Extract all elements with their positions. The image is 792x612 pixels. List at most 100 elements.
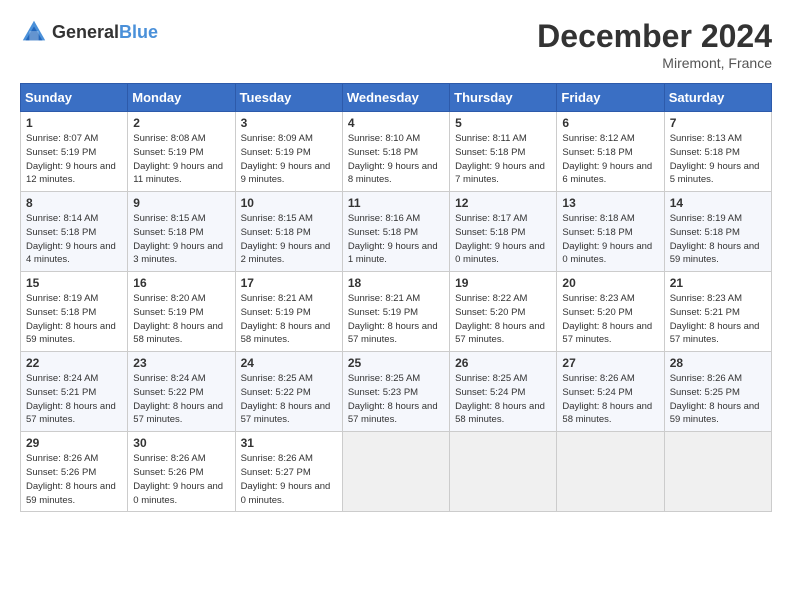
day-number: 17 [241,276,338,290]
weekday-header-row: Sunday Monday Tuesday Wednesday Thursday… [21,84,772,112]
day-info: Sunrise: 8:11 AM Sunset: 5:18 PM Dayligh… [455,132,552,187]
day-info: Sunrise: 8:21 AM Sunset: 5:19 PM Dayligh… [348,292,445,347]
calendar-cell: 7 Sunrise: 8:13 AM Sunset: 5:18 PM Daylig… [664,112,771,192]
calendar-cell: 15 Sunrise: 8:19 AM Sunset: 5:18 PM Dayli… [21,272,128,352]
calendar-cell: 14 Sunrise: 8:19 AM Sunset: 5:18 PM Dayli… [664,192,771,272]
calendar-cell: 4Sunrise: 8:10 AM Sunset: 5:18 PM Daylig… [342,112,449,192]
logo-general: General [52,22,119,42]
logo-icon [20,18,48,46]
day-info: Sunrise: 8:12 AM Sunset: 5:18 PM Dayligh… [562,132,659,187]
day-info: Sunrise: 8:18 AM Sunset: 5:18 PM Dayligh… [562,212,659,267]
day-info: Sunrise: 8:20 AM Sunset: 5:19 PM Dayligh… [133,292,230,347]
calendar-cell: 23 Sunrise: 8:24 AM Sunset: 5:22 PM Dayli… [128,352,235,432]
col-sunday: Sunday [21,84,128,112]
col-friday: Friday [557,84,664,112]
day-number: 23 [133,356,230,370]
day-info: Sunrise: 8:26 AM Sunset: 5:27 PM Dayligh… [241,452,338,507]
day-number: 12 [455,196,552,210]
day-number: 27 [562,356,659,370]
day-number: 1 [26,116,123,130]
calendar-week-row: 1 Sunrise: 8:07 AM Sunset: 5:19 PM Daylig… [21,112,772,192]
calendar-cell [342,432,449,512]
calendar-cell: 31 Sunrise: 8:26 AM Sunset: 5:27 PM Dayli… [235,432,342,512]
calendar-week-row: 29Sunrise: 8:26 AM Sunset: 5:26 PM Dayli… [21,432,772,512]
calendar-cell: 13 Sunrise: 8:18 AM Sunset: 5:18 PM Dayli… [557,192,664,272]
calendar-cell: 19Sunrise: 8:22 AM Sunset: 5:20 PM Dayli… [450,272,557,352]
day-number: 14 [670,196,767,210]
logo-blue: Blue [119,22,158,42]
day-info: Sunrise: 8:24 AM Sunset: 5:21 PM Dayligh… [26,372,123,427]
day-number: 5 [455,116,552,130]
calendar-cell: 16Sunrise: 8:20 AM Sunset: 5:19 PM Dayli… [128,272,235,352]
day-number: 3 [241,116,338,130]
calendar-cell: 25 Sunrise: 8:25 AM Sunset: 5:23 PM Dayli… [342,352,449,432]
calendar-cell: 11 Sunrise: 8:16 AM Sunset: 5:18 PM Dayli… [342,192,449,272]
day-number: 26 [455,356,552,370]
calendar-body: 1 Sunrise: 8:07 AM Sunset: 5:19 PM Daylig… [21,112,772,512]
day-number: 22 [26,356,123,370]
day-number: 9 [133,196,230,210]
day-info: Sunrise: 8:08 AM Sunset: 5:19 PM Dayligh… [133,132,230,187]
day-number: 18 [348,276,445,290]
calendar-cell: 10 Sunrise: 8:15 AM Sunset: 5:18 PM Dayli… [235,192,342,272]
day-info: Sunrise: 8:19 AM Sunset: 5:18 PM Dayligh… [26,292,123,347]
day-info: Sunrise: 8:25 AM Sunset: 5:22 PM Dayligh… [241,372,338,427]
day-number: 15 [26,276,123,290]
day-number: 10 [241,196,338,210]
title-block: December 2024 Miremont, France [537,18,772,71]
day-info: Sunrise: 8:07 AM Sunset: 5:19 PM Dayligh… [26,132,123,187]
calendar-page: GeneralBlue December 2024 Miremont, Fran… [0,0,792,522]
day-info: Sunrise: 8:14 AM Sunset: 5:18 PM Dayligh… [26,212,123,267]
month-title: December 2024 [537,18,772,55]
col-wednesday: Wednesday [342,84,449,112]
day-info: Sunrise: 8:15 AM Sunset: 5:18 PM Dayligh… [241,212,338,267]
day-number: 4 [348,116,445,130]
col-thursday: Thursday [450,84,557,112]
calendar-cell: 17Sunrise: 8:21 AM Sunset: 5:19 PM Dayli… [235,272,342,352]
day-number: 31 [241,436,338,450]
day-number: 13 [562,196,659,210]
day-info: Sunrise: 8:26 AM Sunset: 5:25 PM Dayligh… [670,372,767,427]
day-info: Sunrise: 8:23 AM Sunset: 5:20 PM Dayligh… [562,292,659,347]
logo-text: GeneralBlue [52,22,158,43]
day-info: Sunrise: 8:13 AM Sunset: 5:18 PM Dayligh… [670,132,767,187]
calendar-cell: 29Sunrise: 8:26 AM Sunset: 5:26 PM Dayli… [21,432,128,512]
day-info: Sunrise: 8:25 AM Sunset: 5:23 PM Dayligh… [348,372,445,427]
day-info: Sunrise: 8:24 AM Sunset: 5:22 PM Dayligh… [133,372,230,427]
calendar-week-row: 15 Sunrise: 8:19 AM Sunset: 5:18 PM Dayli… [21,272,772,352]
day-info: Sunrise: 8:22 AM Sunset: 5:20 PM Dayligh… [455,292,552,347]
calendar-cell: 2 Sunrise: 8:08 AM Sunset: 5:19 PM Daylig… [128,112,235,192]
calendar-cell: 1 Sunrise: 8:07 AM Sunset: 5:19 PM Daylig… [21,112,128,192]
day-number: 20 [562,276,659,290]
col-tuesday: Tuesday [235,84,342,112]
logo: GeneralBlue [20,18,158,46]
calendar-cell: 20 Sunrise: 8:23 AM Sunset: 5:20 PM Dayli… [557,272,664,352]
day-number: 6 [562,116,659,130]
col-saturday: Saturday [664,84,771,112]
col-monday: Monday [128,84,235,112]
calendar-cell: 3 Sunrise: 8:09 AM Sunset: 5:19 PM Daylig… [235,112,342,192]
day-number: 11 [348,196,445,210]
calendar-cell: 27Sunrise: 8:26 AM Sunset: 5:24 PM Dayli… [557,352,664,432]
day-info: Sunrise: 8:23 AM Sunset: 5:21 PM Dayligh… [670,292,767,347]
day-info: Sunrise: 8:26 AM Sunset: 5:26 PM Dayligh… [26,452,123,507]
calendar-week-row: 22 Sunrise: 8:24 AM Sunset: 5:21 PM Dayli… [21,352,772,432]
day-number: 25 [348,356,445,370]
day-number: 24 [241,356,338,370]
calendar-cell: 8 Sunrise: 8:14 AM Sunset: 5:18 PM Daylig… [21,192,128,272]
calendar-cell [450,432,557,512]
day-info: Sunrise: 8:19 AM Sunset: 5:18 PM Dayligh… [670,212,767,267]
day-number: 7 [670,116,767,130]
day-number: 28 [670,356,767,370]
day-info: Sunrise: 8:09 AM Sunset: 5:19 PM Dayligh… [241,132,338,187]
day-info: Sunrise: 8:17 AM Sunset: 5:18 PM Dayligh… [455,212,552,267]
day-number: 2 [133,116,230,130]
location-subtitle: Miremont, France [537,55,772,71]
header: GeneralBlue December 2024 Miremont, Fran… [20,18,772,71]
day-number: 8 [26,196,123,210]
day-info: Sunrise: 8:16 AM Sunset: 5:18 PM Dayligh… [348,212,445,267]
day-info: Sunrise: 8:26 AM Sunset: 5:26 PM Dayligh… [133,452,230,507]
calendar-cell: 21Sunrise: 8:23 AM Sunset: 5:21 PM Dayli… [664,272,771,352]
day-info: Sunrise: 8:25 AM Sunset: 5:24 PM Dayligh… [455,372,552,427]
calendar-cell: 9Sunrise: 8:15 AM Sunset: 5:18 PM Daylig… [128,192,235,272]
